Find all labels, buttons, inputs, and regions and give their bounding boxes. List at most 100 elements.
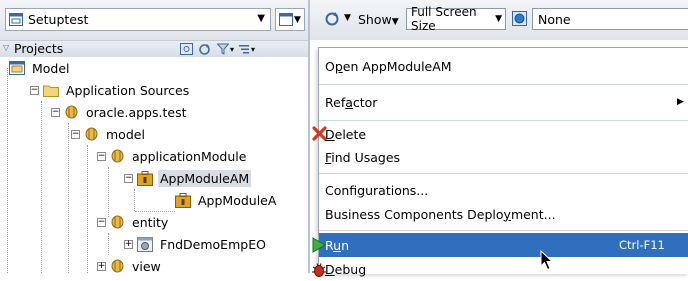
tree-connector xyxy=(108,233,109,255)
application-name: Setuptest xyxy=(28,12,89,27)
menu-item-refactor[interactable]: Refactor ▶ xyxy=(319,90,688,114)
tree-node-package-entity[interactable]: − entity xyxy=(97,211,170,233)
menu-item-find-usages[interactable]: Find Usages xyxy=(319,145,688,169)
sort-icon xyxy=(239,45,249,54)
expand-toggle-icon[interactable]: + xyxy=(97,261,106,271)
menu-separator xyxy=(319,84,688,85)
submenu-arrow-icon: ▶ xyxy=(677,97,684,107)
menu-item-label: Configurations... xyxy=(325,183,428,198)
label-part: ctor xyxy=(352,94,378,110)
collapse-toggle-icon[interactable]: − xyxy=(51,107,60,117)
chevron-down-icon: ▼ xyxy=(391,17,399,27)
skin-value: None xyxy=(538,11,571,27)
refresh-icon xyxy=(199,43,210,55)
menu-item-label: Debug xyxy=(325,262,366,277)
label-part: elete xyxy=(334,126,367,142)
menu-separator xyxy=(319,173,688,174)
tree-node-label: oracle.apps.test xyxy=(86,104,187,120)
application-bar: Setuptest ▼ ▼ xyxy=(0,0,308,40)
tree-node-package-model[interactable]: − model xyxy=(71,123,147,145)
tree-node-package-oracle-apps-test[interactable]: − oracle.apps.test xyxy=(51,101,188,123)
mnemonic: a xyxy=(345,94,353,110)
menu-item-delete[interactable]: Delete xyxy=(312,122,688,146)
entity-object-icon xyxy=(137,236,153,252)
menu-item-open[interactable]: Open AppModuleAM xyxy=(319,54,688,78)
refresh-icon xyxy=(325,12,339,26)
collapse-toggle-icon[interactable]: − xyxy=(124,173,133,183)
label-part: Ref xyxy=(325,94,346,110)
open-project-button[interactable] xyxy=(180,42,193,56)
label-part: ind Usages xyxy=(331,149,401,165)
application-module-icon xyxy=(137,170,153,186)
tree-node-application-sources[interactable]: − Application Sources xyxy=(30,79,191,101)
tree-node-label: applicationModule xyxy=(132,148,247,164)
mnemonic: D xyxy=(325,126,335,142)
tree-node-model-project[interactable]: Model xyxy=(0,57,72,79)
refresh-button[interactable] xyxy=(324,11,340,30)
label-part: Confi xyxy=(325,182,358,198)
package-icon xyxy=(111,259,124,273)
menu-item-bc-deployment[interactable]: Business Components Deployment... xyxy=(319,202,688,226)
package-icon xyxy=(65,105,78,119)
collapse-triangle-icon[interactable]: ▽ xyxy=(3,43,9,52)
tree-node-package-view[interactable]: + view xyxy=(97,255,163,277)
skin-field[interactable]: None xyxy=(532,8,688,30)
refresh-button[interactable] xyxy=(198,42,211,56)
filter-icon xyxy=(217,43,229,55)
menu-item-debug[interactable]: Debug xyxy=(312,257,688,281)
screen-size-value: Full Screen Size xyxy=(411,5,477,33)
tree-node-label: Model xyxy=(32,60,70,76)
application-module-icon xyxy=(175,192,191,208)
tree-node-package-application-module[interactable]: − applicationModule xyxy=(97,145,248,167)
label-part: en AppModuleAM xyxy=(342,58,452,74)
application-select[interactable]: Setuptest ▼ xyxy=(5,8,271,31)
tree-node-label: FndDemoEmpEO xyxy=(160,236,266,252)
chevron-down-icon: ▾ xyxy=(251,44,256,54)
tree-node-label: AppModuleAM xyxy=(158,169,252,187)
tree-connector xyxy=(134,189,135,211)
collapse-toggle-icon[interactable]: − xyxy=(97,151,106,161)
mnemonic: g xyxy=(357,182,366,198)
locale-button[interactable] xyxy=(512,11,527,29)
menu-item-label: Business Components Deployment... xyxy=(325,207,556,222)
menu-item-label: Delete xyxy=(325,127,366,142)
chevron-down-icon[interactable]: ▼ xyxy=(344,13,351,23)
chevron-down-icon: ▼ xyxy=(495,14,502,24)
sort-button[interactable]: ▾ xyxy=(238,42,255,56)
show-label: Show xyxy=(358,12,392,27)
show-menu-button[interactable]: Show▼ xyxy=(358,12,399,27)
tree-connector xyxy=(87,145,88,273)
screen-size-select[interactable]: Full Screen Size ▼ xyxy=(406,5,506,33)
tree-node-appmodulea[interactable]: AppModuleA xyxy=(175,189,278,211)
label-part: ebug xyxy=(334,261,367,277)
open-icon xyxy=(180,43,193,55)
expand-toggle-icon[interactable]: + xyxy=(124,239,133,249)
label-part: ment... xyxy=(510,206,556,222)
mnemonic: y xyxy=(503,206,511,222)
tree-node-fnddemoempeo[interactable]: + FndDemoEmpEO xyxy=(124,233,268,255)
application-menu-button[interactable]: ▼ xyxy=(275,8,305,31)
chevron-down-icon: ▾ xyxy=(230,44,235,54)
tree-connector xyxy=(41,101,42,273)
tree-node-appmoduleam[interactable]: − AppModuleAM xyxy=(124,167,252,189)
tree-node-label: view xyxy=(132,258,161,274)
label-part: n xyxy=(341,237,349,253)
collapse-toggle-icon[interactable]: − xyxy=(97,217,106,227)
project-tree: Model − Application Sources − oracle.app… xyxy=(0,57,308,274)
collapse-toggle-icon[interactable]: − xyxy=(71,129,80,139)
chevron-down-icon: ▼ xyxy=(294,14,301,25)
tree-connector xyxy=(108,167,109,217)
application-menu-icon xyxy=(279,13,294,26)
projects-header: ▽ Projects ▾ ▾ xyxy=(0,40,308,57)
project-icon xyxy=(9,61,25,75)
menu-item-run[interactable]: Run Ctrl-F11 xyxy=(312,233,688,257)
menu-item-shortcut: Ctrl-F11 xyxy=(619,238,665,252)
menu-item-configurations[interactable]: Configurations... xyxy=(319,178,688,202)
mouse-cursor-icon xyxy=(540,250,554,271)
mnemonic: p xyxy=(334,58,343,74)
menu-separator xyxy=(319,120,688,121)
mnemonic: u xyxy=(333,237,342,253)
collapse-toggle-icon[interactable]: − xyxy=(30,85,39,95)
menu-item-label: Find Usages xyxy=(325,150,400,165)
filter-button[interactable]: ▾ xyxy=(217,42,234,56)
